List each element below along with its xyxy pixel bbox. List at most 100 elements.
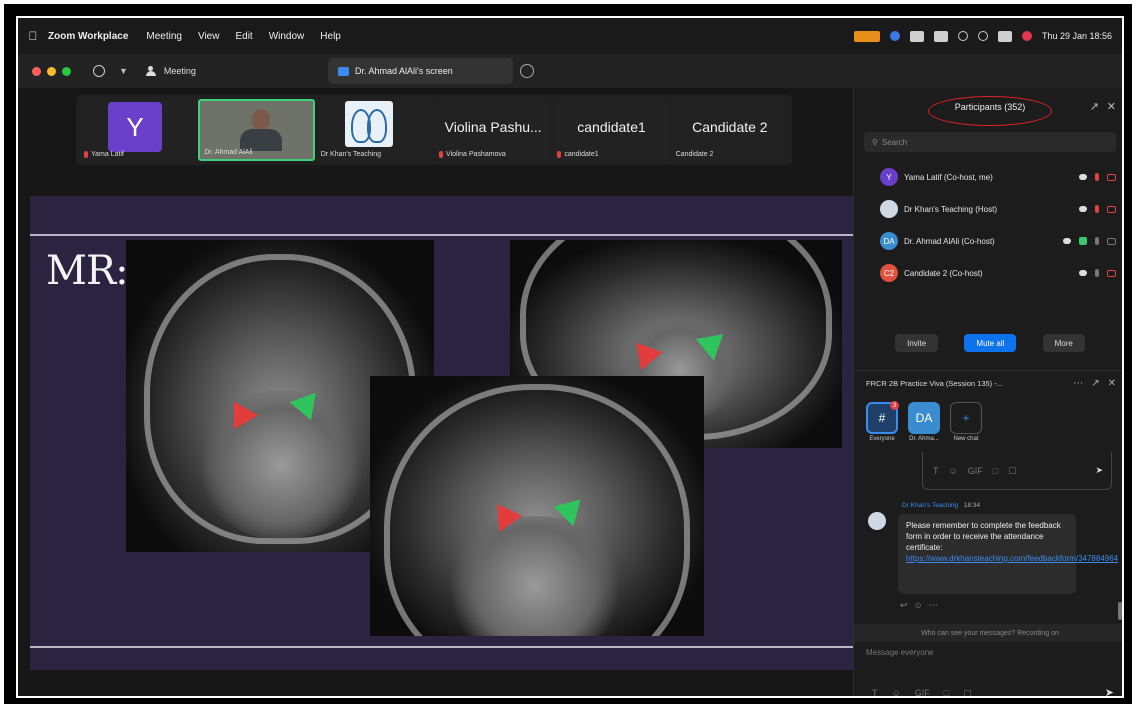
- chat-tile-ahmad[interactable]: DA Dr. Ahma...: [908, 402, 940, 442]
- video-tile-ahmad-alali[interactable]: Dr. Ahmad AlAli: [198, 99, 315, 161]
- clipboard-icon[interactable]: [909, 30, 924, 42]
- menu-meeting[interactable]: Meeting: [146, 31, 182, 42]
- video-tile-name-label: Dr. Ahmad AlAli: [204, 149, 252, 156]
- participant-name: Yama Latif (Co-host, me): [904, 172, 993, 182]
- chat-tile-new-chat[interactable]: + New chat: [950, 402, 982, 442]
- meeting-tab-label: Meeting: [163, 66, 196, 76]
- mac-menubar:  Zoom Workplace Meeting View Edit Windo…: [18, 18, 1122, 54]
- shared-screen-tab-label: Dr. Ahmad AlAli's screen: [355, 66, 453, 76]
- camera-off-icon[interactable]: [1107, 269, 1116, 277]
- video-tile-name-label: candidate1: [557, 151, 599, 158]
- participant-row[interactable]: C2 Candidate 2 (Co-host): [854, 258, 1122, 288]
- file-icon[interactable]: □: [944, 688, 949, 696]
- close-icon[interactable]: ✕: [1107, 100, 1116, 113]
- text-format-icon[interactable]: T: [933, 466, 939, 476]
- file-icon[interactable]: □: [993, 466, 998, 476]
- menu-app-name[interactable]: Zoom Workplace: [48, 31, 128, 42]
- gif-icon[interactable]: GIF: [915, 688, 930, 696]
- send-icon[interactable]: ➤: [1095, 465, 1103, 476]
- chat-toolbar-collapsed: T ☺ GIF □ ▢ ➤: [922, 452, 1112, 490]
- send-icon[interactable]: ➤: [1105, 686, 1114, 696]
- mic-icon[interactable]: [1095, 269, 1099, 277]
- shared-screen-tab[interactable]: Dr. Ahmad AlAli's screen: [328, 58, 513, 84]
- mic-icon[interactable]: [1095, 237, 1099, 245]
- meeting-tab[interactable]: Meeting: [145, 66, 196, 76]
- camera-icon[interactable]: [1107, 237, 1116, 245]
- close-window-button[interactable]: [32, 66, 41, 76]
- mute-all-button[interactable]: Mute all: [964, 334, 1017, 352]
- video-tile-candidate1[interactable]: candidate1 candidate1: [553, 99, 670, 161]
- wifi-icon[interactable]: [957, 31, 968, 41]
- chat-header-icons: ⋯ ↗ ✕: [1073, 378, 1116, 389]
- emoji-icon[interactable]: ☺: [914, 600, 923, 611]
- everyone-glyph: #: [878, 411, 886, 425]
- battery-icon[interactable]: [933, 30, 948, 42]
- siri-icon[interactable]: [1021, 31, 1032, 41]
- mic-muted-icon[interactable]: [1095, 205, 1099, 213]
- control-center-icon[interactable]: [997, 30, 1012, 42]
- text-format-icon[interactable]: T: [872, 688, 878, 696]
- more-options-icon[interactable]: ⋯: [929, 600, 938, 611]
- emoji-icon[interactable]: ☺: [949, 466, 958, 476]
- screenshot-icon[interactable]: ▢: [1008, 465, 1017, 476]
- fullscreen-window-button[interactable]: [62, 66, 71, 76]
- minimize-window-button[interactable]: [47, 66, 56, 76]
- gif-icon[interactable]: GIF: [968, 466, 983, 476]
- video-tile-name: Dr Khan's Teaching: [320, 151, 382, 158]
- video-tile-violina-pashamova[interactable]: Violina Pashu... Violina Pashamova: [435, 99, 552, 161]
- avatar: Y: [880, 168, 898, 186]
- message-meta: Dr Khan's Teaching 18:34: [902, 502, 980, 509]
- window-titlebar: ▼ Meeting Dr. Ahmad AlAli's screen: [18, 54, 1122, 88]
- menu-help[interactable]: Help: [320, 31, 341, 42]
- chat-scrollbar[interactable]: [1118, 602, 1122, 620]
- screen-sharing-icon: [1079, 237, 1087, 245]
- video-tile-display-name: candidate1: [577, 119, 646, 135]
- emoji-icon[interactable]: ☺: [892, 688, 901, 696]
- more-options-icon[interactable]: ⋯: [1073, 378, 1083, 389]
- tab-options-icon[interactable]: [520, 64, 534, 78]
- zoom-status-icon[interactable]: [889, 31, 900, 41]
- menu-view[interactable]: View: [198, 31, 220, 42]
- chat-tile-label: Everyone: [869, 436, 895, 442]
- popout-icon[interactable]: ↗: [1091, 378, 1099, 389]
- meeting-main-area: Y Yama Latif Dr. Ahmad AlAli Dr Khan's T…: [18, 88, 853, 696]
- participant-row[interactable]: Y Yama Latif (Co-host, me): [854, 162, 1122, 192]
- camera-off-icon[interactable]: [1107, 173, 1116, 181]
- participant-name: Dr Khan's Teaching (Host): [904, 204, 997, 214]
- mic-muted-icon[interactable]: [1095, 173, 1099, 181]
- avatar: DA: [880, 232, 898, 250]
- chat-visibility-notice[interactable]: Who can see your messages? Recording on: [854, 624, 1122, 642]
- participant-status-icons: [1079, 269, 1116, 277]
- participant-row[interactable]: DA Dr. Ahmad AlAli (Co-host): [854, 226, 1122, 256]
- participant-search-input[interactable]: ⚲ Search: [864, 132, 1116, 152]
- more-button[interactable]: More: [1042, 334, 1085, 352]
- camera-off-icon[interactable]: [1107, 205, 1116, 213]
- participant-row[interactable]: Dr Khan's Teaching (Host): [854, 194, 1122, 224]
- menu-edit[interactable]: Edit: [235, 31, 252, 42]
- search-icon[interactable]: [977, 31, 988, 41]
- avatar: [880, 200, 898, 218]
- video-tile-candidate-2[interactable]: Candidate 2 Candidate 2: [671, 99, 789, 161]
- menubar-clock[interactable]: Thu 29 Jan 18:56: [1042, 31, 1112, 41]
- message-input-placeholder: Message everyone: [866, 648, 934, 657]
- participant-video: [230, 107, 290, 151]
- popout-icon[interactable]: ↗: [1090, 100, 1099, 113]
- invite-button[interactable]: Invite: [895, 334, 939, 352]
- screenshot-frame:  Zoom Workplace Meeting View Edit Windo…: [4, 4, 1132, 704]
- meeting-info-icon[interactable]: [93, 65, 105, 77]
- reply-icon[interactable]: ↩: [900, 600, 908, 611]
- video-tile-name-label: Candidate 2: [676, 151, 714, 158]
- screen-share-status-icon[interactable]: [853, 30, 880, 42]
- apple-icon[interactable]: : [18, 29, 48, 43]
- video-tile-yama-latif[interactable]: Y Yama Latif: [80, 99, 197, 161]
- feedback-link[interactable]: https://www.drkhansteaching.com/feedback…: [906, 554, 1118, 563]
- video-tile-dr-khans-teaching[interactable]: Dr Khan's Teaching: [316, 99, 434, 161]
- message-input[interactable]: Message everyone: [866, 648, 934, 657]
- chat-tile-everyone[interactable]: # 3 Everyone: [866, 401, 899, 442]
- video-tile-name-label: Dr Khan's Teaching: [321, 151, 381, 158]
- close-icon[interactable]: ✕: [1108, 378, 1116, 389]
- search-icon: ⚲: [872, 137, 878, 147]
- menu-window[interactable]: Window: [269, 31, 305, 42]
- screenshot-icon[interactable]: ▢: [963, 688, 972, 696]
- chevron-down-icon[interactable]: ▼: [119, 66, 128, 76]
